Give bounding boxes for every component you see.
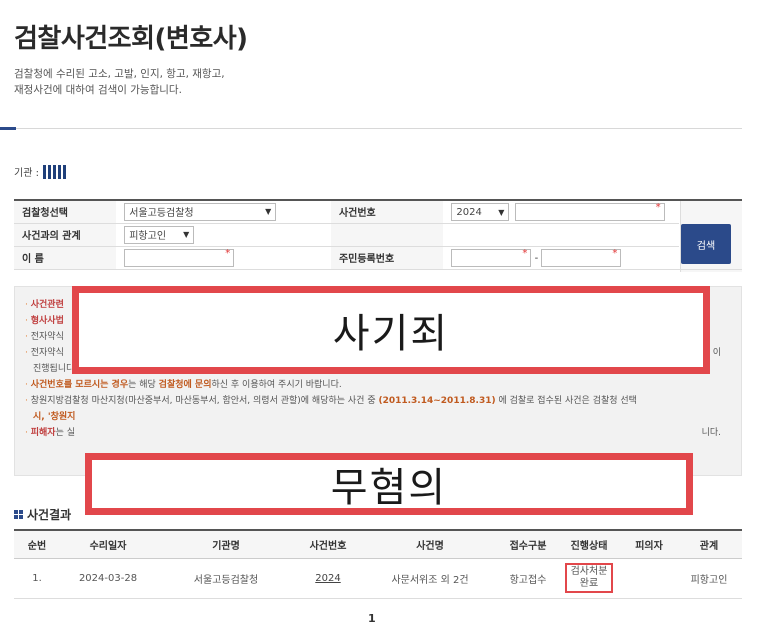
description-line-2: 재정사건에 대하여 검색이 가능합니다. — [14, 84, 182, 96]
col-header: 접수구분 — [500, 530, 556, 559]
prosecutor-label: 검찰청선택 — [14, 200, 117, 224]
col-header: 진행상태 — [556, 530, 622, 559]
cell-agency: 서울고등검찰청 — [156, 558, 296, 599]
col-header: 피의자 — [622, 530, 676, 559]
col-header: 수리일자 — [60, 530, 156, 559]
notice-line: · 창원지방검찰청 마산지청(마산중부서, 마산동부서, 함안서, 의령서 관할… — [25, 396, 637, 406]
name-input[interactable]: * — [124, 247, 235, 267]
case-number-link[interactable]: 2024 — [296, 558, 360, 599]
prosecutor-select[interactable]: 서울고등검찰청 ▼ — [124, 202, 277, 221]
relation-select-value: 피항고인 — [129, 231, 167, 242]
grid-icon — [14, 510, 23, 519]
page-title: 검찰사건조회(변호사) — [14, 24, 248, 54]
chevron-down-icon: ▼ — [265, 207, 272, 217]
resident-number-back-input[interactable]: * — [541, 247, 622, 267]
search-button[interactable]: 검색 — [681, 224, 731, 264]
agency-label: 기관 : — [14, 168, 39, 179]
chevron-down-icon: ▼ — [498, 207, 505, 217]
prosecutor-select-value: 서울고등검찰청 — [129, 208, 194, 220]
cell-type: 항고접수 — [500, 558, 556, 599]
relation-select[interactable]: 피항고인 ▼ — [124, 225, 195, 244]
page-description: 검찰청에 수리된 고소, 고발, 인지, 항고, 재항고, 재정사건에 대하여 … — [14, 66, 414, 98]
col-header: 사건번호 — [296, 530, 360, 559]
required-mark-icon: * — [225, 247, 231, 259]
case-number-label: 사건번호 — [330, 200, 444, 224]
case-year-value: 2024 — [456, 206, 482, 218]
notice-line: · 사건번호를 모르시는 경우는 해당 검찰청에 문의하신 후 이용하여 주시기… — [25, 380, 342, 390]
col-header: 순번 — [14, 530, 60, 559]
title-divider-accent — [0, 127, 16, 130]
case-number-input[interactable]: * — [514, 201, 665, 221]
description-line-1: 검찰청에 수리된 고소, 고발, 인지, 항고, 재항고, — [14, 68, 225, 80]
required-mark-icon: * — [522, 247, 528, 259]
relation-label: 사건과의 관계 — [14, 223, 117, 247]
name-label: 이 름 — [14, 246, 117, 270]
status-line-1: 검사처분 — [570, 566, 608, 577]
col-header: 기관명 — [156, 530, 296, 559]
results-table: 순번 수리일자 기관명 사건번호 사건명 접수구분 진행상태 피의자 관계 1.… — [14, 529, 742, 599]
overlay-crime-label: 사기죄 — [72, 286, 710, 374]
status-line-2: 완료 — [579, 578, 599, 589]
col-header: 사건명 — [360, 530, 500, 559]
search-form: 검찰청선택 서울고등검찰청 ▼ 사건번호 2024 ▼ * 사건과의 관계 피항… — [14, 199, 742, 270]
top-links — [741, 0, 744, 10]
resident-number-dash: - — [534, 252, 539, 264]
resident-number-label: 주민등록번호 — [330, 246, 444, 270]
chevron-down-icon: ▼ — [183, 230, 190, 239]
cell-case-name: 사문서위조 외 2건 — [360, 558, 500, 599]
cell-date: 2024-03-28 — [60, 558, 156, 599]
cell-status: 검사처분 완료 — [556, 558, 622, 599]
results-header-row: 순번 수리일자 기관명 사건번호 사건명 접수구분 진행상태 피의자 관계 — [14, 530, 742, 559]
cell-no: 1. — [14, 558, 60, 599]
col-header: 관계 — [676, 530, 742, 559]
notice-line: · 피해자는 실 니다. — [25, 428, 721, 438]
required-mark-icon: * — [612, 247, 618, 259]
agency-logo-icon — [42, 164, 66, 179]
overlay-result-label: 무혐의 — [85, 453, 693, 515]
title-divider — [0, 128, 742, 129]
notice-line: 시, '창원지 — [33, 412, 76, 422]
results-title: 사건결과 — [14, 506, 71, 523]
required-mark-icon: * — [655, 201, 661, 213]
resident-number-front-input[interactable]: * — [451, 247, 532, 267]
status-badge: 검사처분 완료 — [564, 563, 614, 593]
cell-suspect — [622, 558, 676, 599]
cell-relation: 피항고인 — [676, 558, 742, 599]
case-year-select[interactable]: 2024 ▼ — [451, 203, 510, 221]
pagination-current-page[interactable]: 1 — [368, 612, 376, 625]
results-title-text: 사건결과 — [27, 508, 72, 522]
table-row: 1. 2024-03-28 서울고등검찰청 2024 사문서위조 외 2건 항고… — [14, 558, 742, 599]
agency-row: 기관 : — [14, 164, 66, 179]
